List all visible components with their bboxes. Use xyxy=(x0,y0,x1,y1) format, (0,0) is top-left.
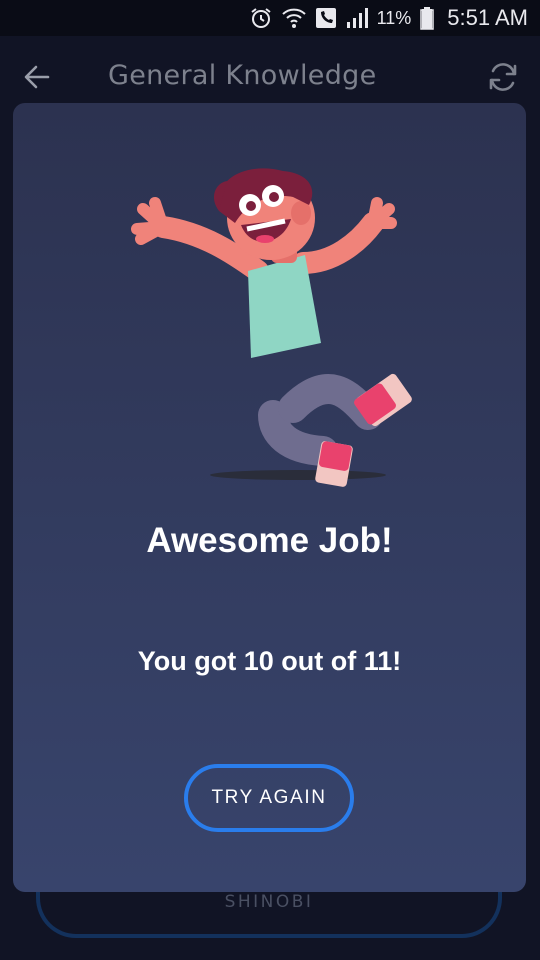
result-modal: Awesome Job! You got 10 out of 11! TRY A… xyxy=(13,103,526,892)
refresh-icon xyxy=(489,63,517,91)
refresh-button[interactable] xyxy=(486,60,520,94)
back-arrow-icon xyxy=(24,65,50,89)
try-again-button[interactable]: TRY AGAIN xyxy=(184,764,354,832)
back-button[interactable] xyxy=(22,62,52,92)
phone-icon xyxy=(315,7,337,29)
answer-option-label: SHINOBI xyxy=(224,892,314,912)
score-text: You got 10 out of 11! xyxy=(137,646,402,676)
battery-percentage: 11% xyxy=(376,7,412,28)
jumping-person-illustration xyxy=(131,168,412,487)
status-bar: 11% 5:51 AM xyxy=(0,0,540,36)
result-title: Awesome Job! xyxy=(146,521,393,560)
signal-icon xyxy=(345,7,371,29)
alarm-icon xyxy=(249,6,273,30)
clock: 5:51 AM xyxy=(447,5,528,30)
wifi-icon xyxy=(281,6,307,30)
page-title: General Knowledge xyxy=(108,60,377,91)
battery-icon xyxy=(419,6,435,30)
